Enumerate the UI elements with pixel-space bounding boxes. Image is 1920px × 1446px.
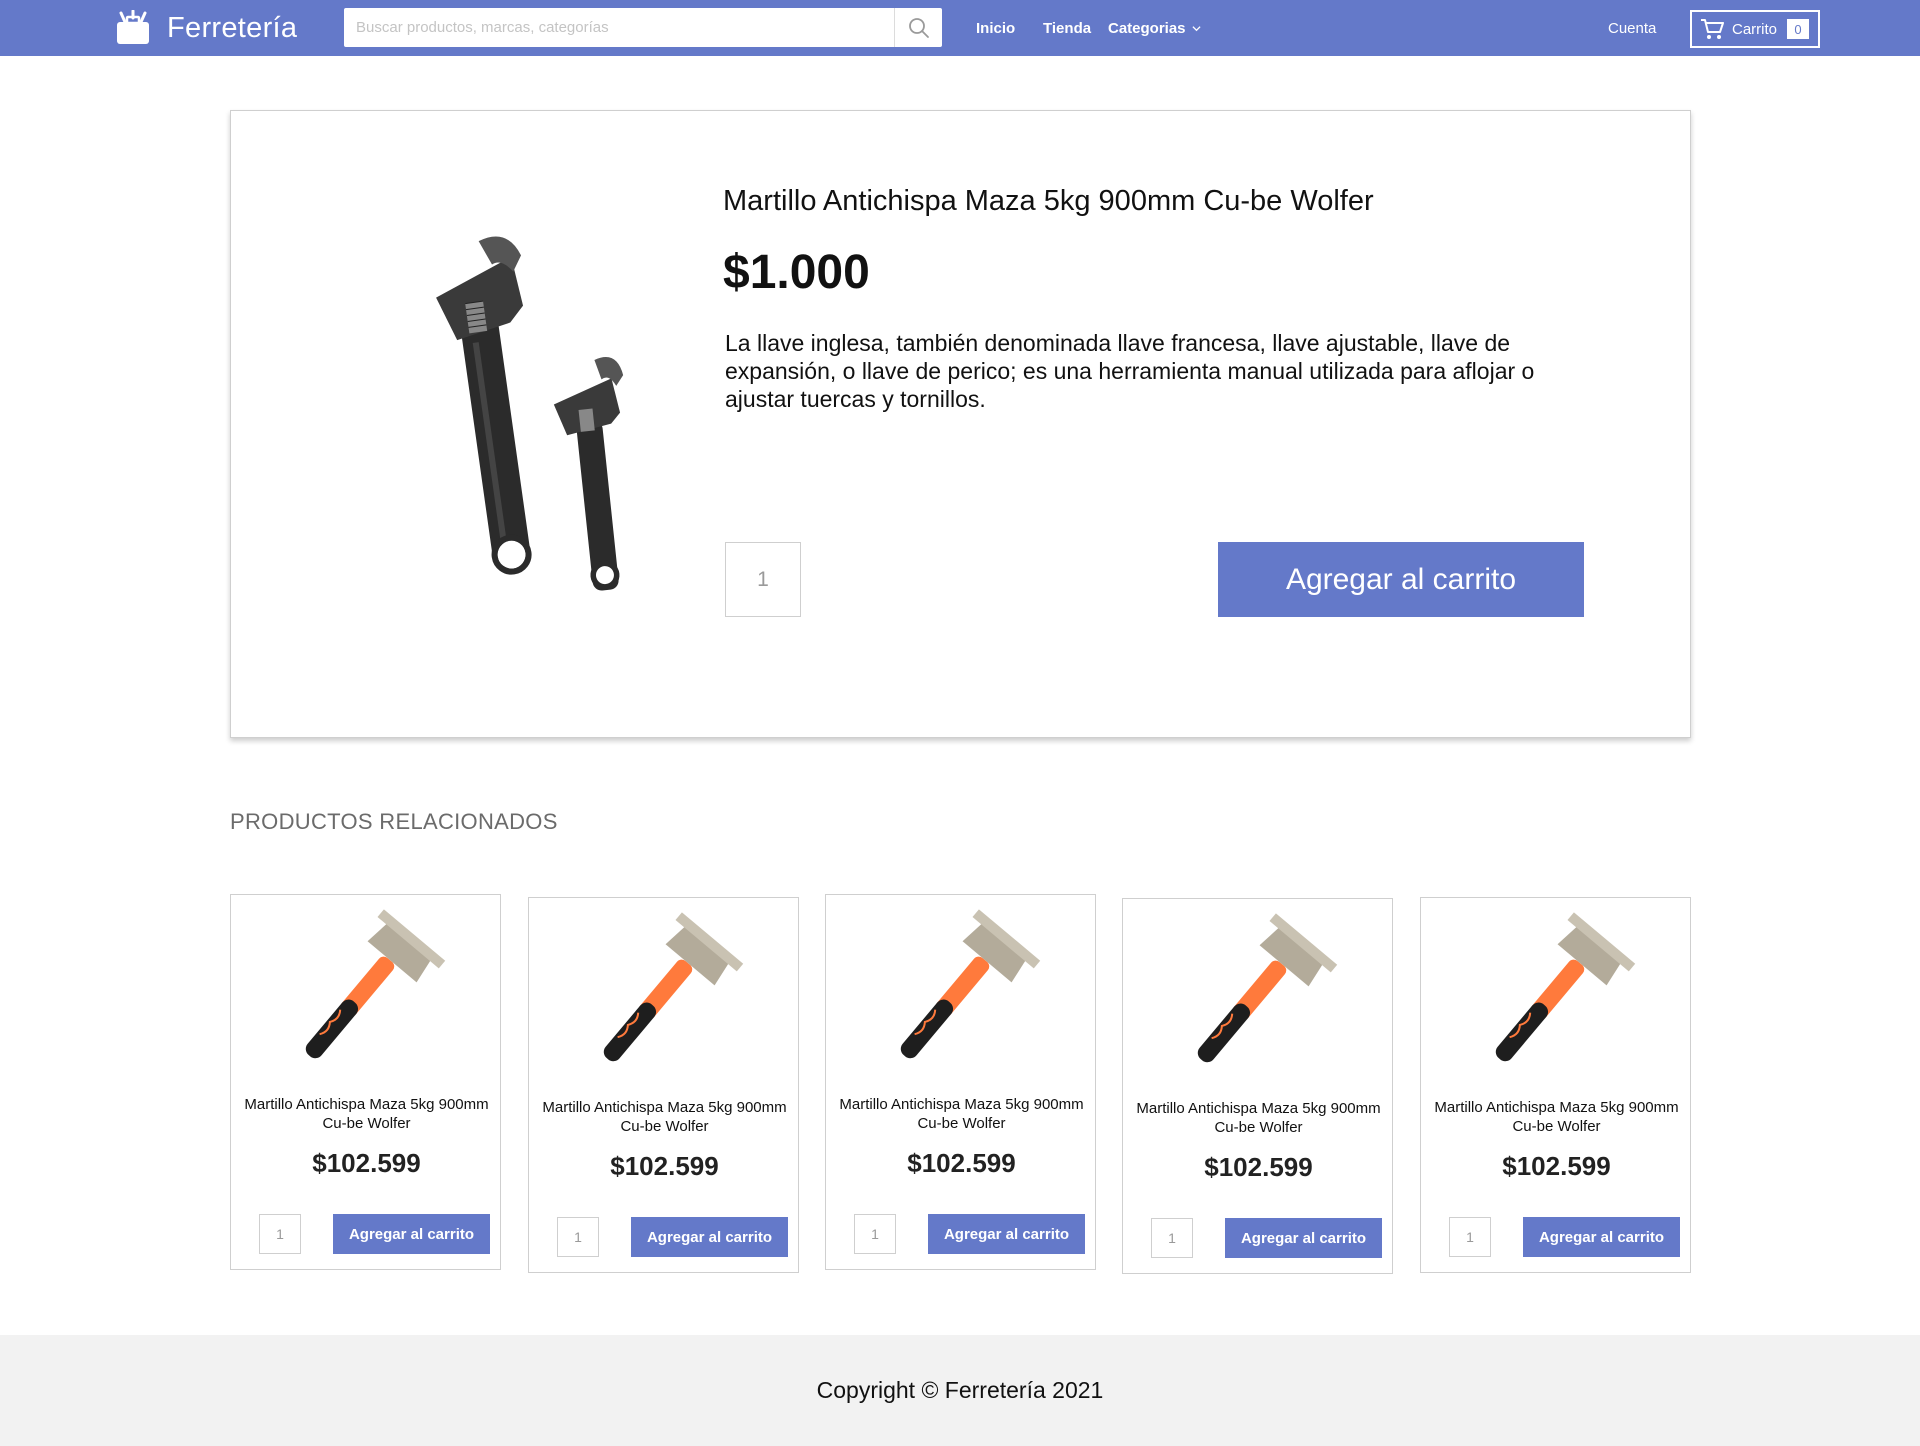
related-quantity-input[interactable]: 1: [557, 1217, 599, 1257]
related-products-heading: PRODUCTOS RELACIONADOS: [230, 809, 558, 834]
related-product-card[interactable]: Martillo Antichispa Maza 5kg 900mm Cu-be…: [825, 894, 1096, 1270]
nav-categorias-label: Categorias: [1108, 19, 1186, 37]
related-quantity-input[interactable]: 1: [259, 1214, 301, 1254]
search-button[interactable]: [894, 8, 942, 47]
related-product-card[interactable]: Martillo Antichispa Maza 5kg 900mm Cu-be…: [1420, 897, 1691, 1273]
brand-logo-link[interactable]: Ferretería: [115, 8, 297, 48]
nav-cuenta[interactable]: Cuenta: [1608, 0, 1656, 56]
hammer-icon: [900, 909, 1041, 1059]
hammer-icon: [305, 909, 446, 1059]
related-quantity-input[interactable]: 1: [1449, 1217, 1491, 1257]
related-product-card[interactable]: Martillo Antichispa Maza 5kg 900mm Cu-be…: [230, 894, 501, 1270]
top-navbar: Ferretería Inicio Tienda Categorias Cuen…: [0, 0, 1920, 56]
add-to-cart-button[interactable]: Agregar al carrito: [1218, 542, 1584, 617]
footer: Copyright © Ferretería 2021: [0, 1335, 1920, 1446]
related-product-name: Martillo Antichispa Maza 5kg 900mm Cu-be…: [839, 1096, 1084, 1132]
product-description: La llave inglesa, también denominada lla…: [725, 330, 1535, 412]
quantity-input[interactable]: 1: [725, 542, 801, 617]
copyright-text: Copyright © Ferretería 2021: [816, 1377, 1104, 1403]
nav-inicio[interactable]: Inicio: [976, 0, 1015, 56]
search-bar: [344, 8, 942, 47]
search-icon: [908, 17, 929, 38]
cart-count-badge: 0: [1787, 19, 1810, 39]
chevron-down-icon: [1191, 25, 1201, 31]
related-add-to-cart-button[interactable]: Agregar al carrito: [333, 1214, 490, 1254]
nav-tienda[interactable]: Tienda: [1043, 0, 1091, 56]
related-product-price: $102.599: [610, 1151, 719, 1181]
product-price: $1.000: [723, 246, 870, 299]
related-product-price: $102.599: [1502, 1151, 1611, 1181]
related-add-to-cart-button[interactable]: Agregar al carrito: [631, 1217, 788, 1257]
search-input[interactable]: [344, 8, 894, 47]
related-product-card[interactable]: Martillo Antichispa Maza 5kg 900mm Cu-be…: [528, 897, 799, 1273]
nav-categorias-dropdown[interactable]: Categorias: [1108, 0, 1201, 56]
cart-label: Carrito: [1732, 20, 1778, 38]
related-quantity-input[interactable]: 1: [1151, 1218, 1193, 1258]
related-product-price: $102.599: [907, 1148, 1016, 1178]
related-product-name: Martillo Antichispa Maza 5kg 900mm Cu-be…: [542, 1099, 787, 1135]
brand-name: Ferretería: [167, 11, 298, 44]
related-product-name: Martillo Antichispa Maza 5kg 900mm Cu-be…: [244, 1096, 489, 1132]
cart-button[interactable]: Carrito 0: [1690, 10, 1820, 48]
related-add-to-cart-button[interactable]: Agregar al carrito: [1225, 1218, 1382, 1258]
related-product-name: Martillo Antichispa Maza 5kg 900mm Cu-be…: [1136, 1100, 1381, 1136]
related-product-price: $102.599: [1204, 1152, 1313, 1182]
related-quantity-input[interactable]: 1: [854, 1214, 896, 1254]
related-product-card[interactable]: Martillo Antichispa Maza 5kg 900mm Cu-be…: [1122, 898, 1393, 1274]
related-add-to-cart-button[interactable]: Agregar al carrito: [1523, 1217, 1680, 1257]
adjustable-wrench-icon: [436, 236, 624, 591]
hammer-icon: [1197, 913, 1338, 1063]
hammer-icon: [1495, 912, 1636, 1062]
hammer-icon: [603, 912, 744, 1062]
product-detail-card: Martillo Antichispa Maza 5kg 900mm Cu-be…: [230, 110, 1691, 738]
toolbox-icon: [117, 10, 149, 44]
shopping-cart-icon: [1701, 19, 1724, 39]
related-product-name: Martillo Antichispa Maza 5kg 900mm Cu-be…: [1434, 1099, 1679, 1135]
product-title: Martillo Antichispa Maza 5kg 900mm Cu-be…: [723, 185, 1374, 217]
related-add-to-cart-button[interactable]: Agregar al carrito: [928, 1214, 1085, 1254]
related-product-price: $102.599: [312, 1148, 421, 1178]
